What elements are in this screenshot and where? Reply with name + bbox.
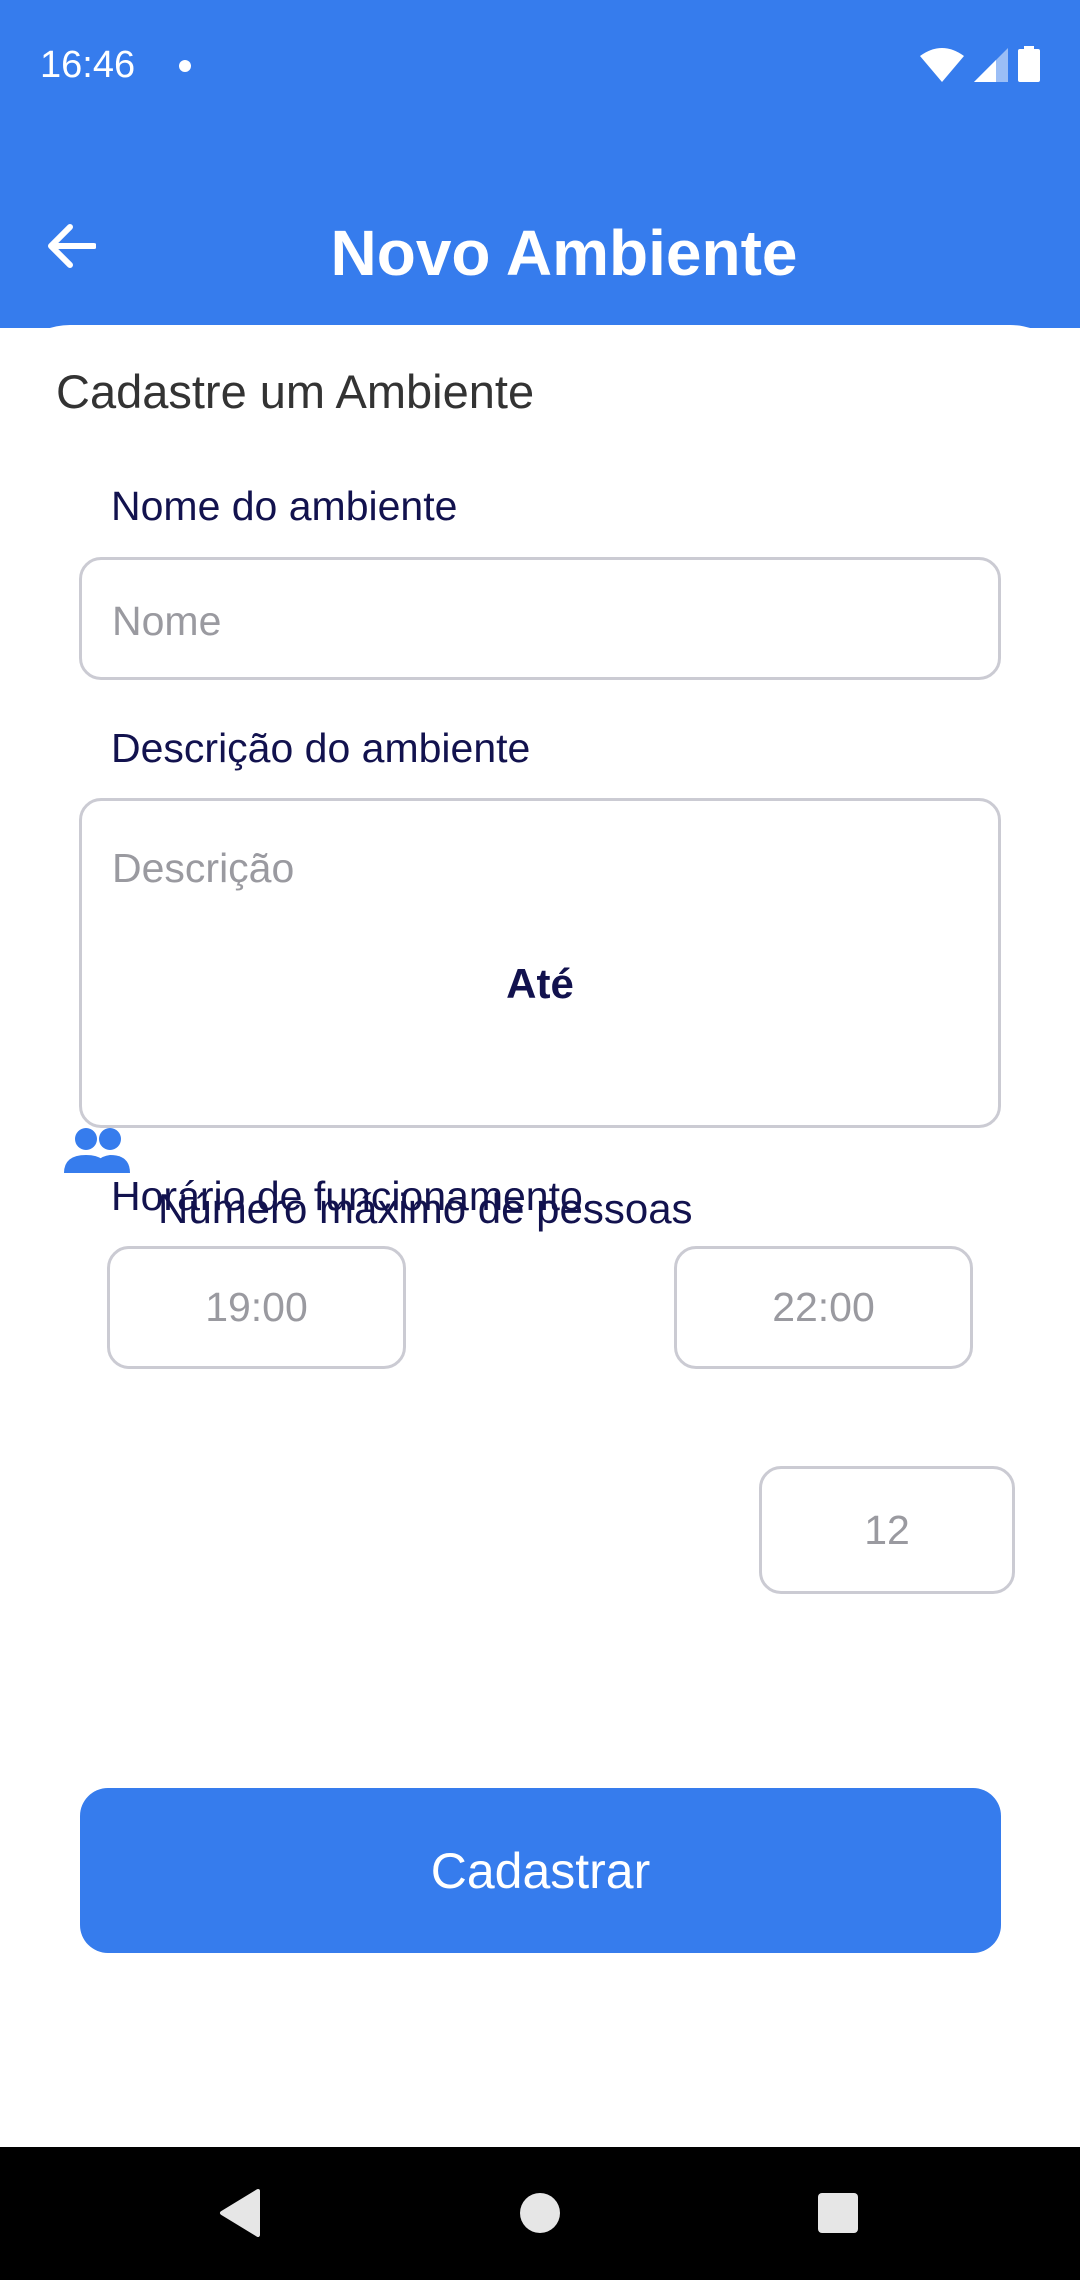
battery-icon: [1018, 46, 1040, 82]
nav-home-button[interactable]: [510, 2183, 570, 2243]
name-placeholder: Nome: [112, 598, 222, 644]
max-people-input[interactable]: 12: [759, 1466, 1015, 1594]
app-bar: Novo Ambiente: [0, 136, 1080, 328]
status-icons: [920, 46, 1040, 82]
status-bar: 16:46: [0, 0, 1080, 136]
back-triangle-icon: [220, 2189, 260, 2237]
nav-recents-button[interactable]: [808, 2183, 868, 2243]
max-people-placeholder: 12: [864, 1506, 910, 1553]
until-label: Até: [506, 960, 574, 1007]
home-circle-icon: [520, 2193, 560, 2233]
recents-square-icon: [818, 2193, 858, 2233]
end-time-placeholder: 22:00: [772, 1284, 875, 1330]
section-title: Cadastre um Ambiente: [56, 365, 535, 418]
page-title: Novo Ambiente: [330, 217, 798, 289]
description-label: Descrição do ambiente: [111, 725, 531, 771]
name-input[interactable]: Nome: [79, 557, 1001, 680]
system-nav-bar: [0, 2147, 1080, 2280]
submit-button-label: Cadastrar: [430, 1842, 651, 1899]
status-time: 16:46: [40, 44, 136, 86]
start-time-placeholder: 19:00: [205, 1284, 308, 1330]
end-time-input[interactable]: 22:00: [674, 1246, 973, 1369]
name-label: Nome do ambiente: [111, 483, 458, 529]
max-people-label: Número máximo de pessoas: [158, 1185, 693, 1232]
nav-back-button[interactable]: [210, 2183, 270, 2243]
form-sheet: Cadastre um Ambiente Nome do ambiente No…: [0, 325, 1080, 2147]
signal-icon: [974, 48, 1008, 82]
start-time-input[interactable]: 19:00: [107, 1246, 406, 1369]
notification-dot-icon: [179, 60, 191, 72]
people-icon: [64, 1128, 130, 1173]
wifi-icon: [920, 48, 964, 82]
description-placeholder: Descrição: [112, 845, 295, 891]
submit-button[interactable]: Cadastrar: [80, 1788, 1001, 1953]
